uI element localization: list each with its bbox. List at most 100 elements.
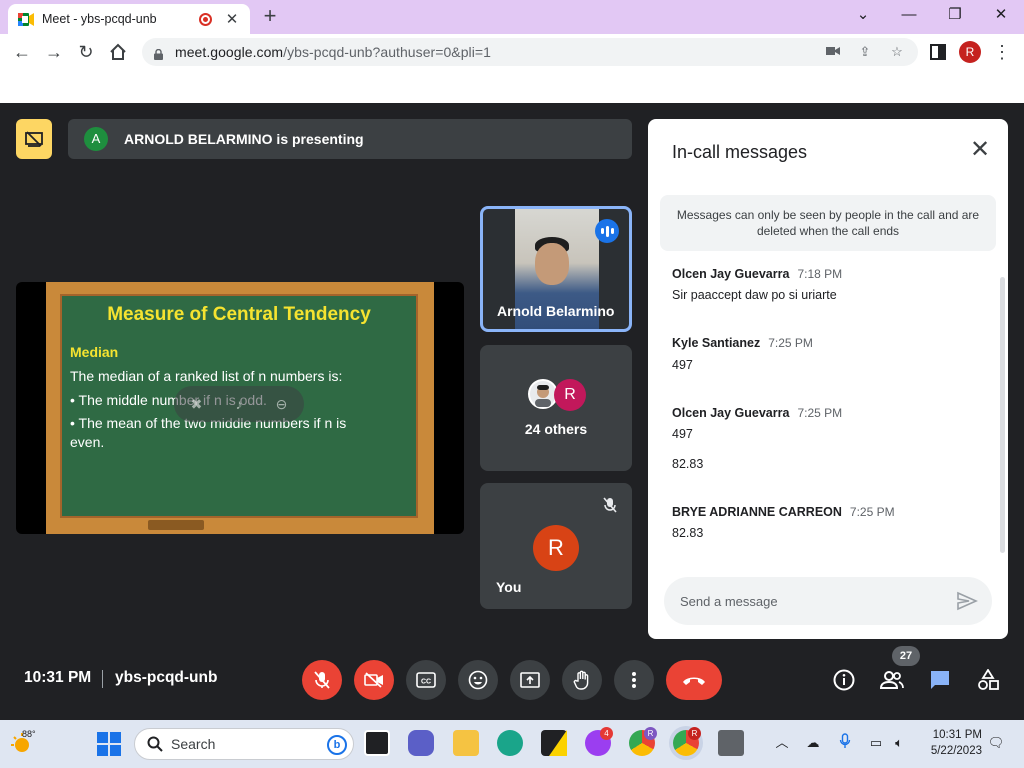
participant-avatar: R	[554, 379, 586, 411]
others-count-label: 24 others	[524, 421, 588, 437]
hang-up-icon	[683, 677, 705, 685]
emoji-icon	[468, 670, 488, 690]
leave-call-button[interactable]	[666, 660, 722, 700]
raise-hand-button[interactable]	[562, 660, 602, 700]
activities-button[interactable]	[973, 665, 1003, 695]
page-top-band	[0, 70, 1024, 103]
more-options-button[interactable]	[614, 660, 654, 700]
mic-off-icon	[314, 671, 330, 689]
network-icon[interactable]: ▭	[866, 733, 886, 753]
presenting-banner: A ARNOLD BELARMINO is presenting	[68, 119, 632, 159]
search-label: Search	[171, 736, 216, 752]
more-vert-icon	[632, 672, 636, 688]
camera-in-use-icon[interactable]	[824, 43, 842, 61]
chrome-profile-badge: R	[644, 727, 657, 740]
message-input[interactable]	[680, 591, 940, 611]
mic-off-button[interactable]	[302, 660, 342, 700]
svg-text:CC: CC	[421, 679, 431, 686]
face-shape	[535, 243, 569, 285]
mute-tile-icon[interactable]: ♪	[235, 396, 242, 412]
reactions-button[interactable]	[458, 660, 498, 700]
profile-avatar[interactable]: R	[959, 41, 981, 63]
teams-icon[interactable]	[408, 730, 434, 756]
captions-button[interactable]: CC	[406, 660, 446, 700]
side-panel-icon[interactable]	[926, 40, 950, 64]
tab-meet[interactable]: Meet - ybs-pcqd-unb ✕	[8, 4, 250, 34]
onedrive-icon[interactable]: ☁	[803, 733, 823, 753]
restore-button[interactable]: ❐	[940, 5, 970, 27]
taskbar-clock-date[interactable]: 5/22/2023	[922, 745, 982, 757]
presentation-tile[interactable]: Measure of Central Tendency Median The m…	[16, 282, 464, 534]
new-tab-button[interactable]: +	[258, 5, 282, 29]
slide-line: The median of a ranked list of n numbers…	[70, 368, 343, 384]
sticky-app-icon[interactable]	[541, 730, 567, 756]
message-text: 82.83	[672, 526, 704, 540]
meet-favicon-icon	[18, 12, 34, 26]
activities-icon	[978, 669, 999, 690]
message-time: 7:25 PM	[849, 505, 895, 519]
file-explorer-icon[interactable]	[453, 730, 479, 756]
show-hidden-icons-icon[interactable]: ︿	[772, 733, 792, 753]
meeting-clock: 10:31 PM	[24, 669, 92, 686]
message-text: Sir paaccept daw po si uriarte	[672, 288, 837, 302]
pin-icon[interactable]: ✖	[191, 396, 203, 413]
share-icon[interactable]: ⇪	[856, 43, 874, 61]
browser-menu-icon[interactable]: ⋮	[990, 40, 1014, 64]
tab-close-icon[interactable]: ✕	[224, 10, 240, 28]
reload-icon[interactable]: ↻	[74, 40, 98, 64]
message-time: 7:25 PM	[768, 336, 813, 350]
forward-icon[interactable]: →	[42, 40, 66, 64]
chat-scrollbar[interactable]	[1000, 277, 1005, 553]
chat-icon	[931, 671, 949, 689]
muted-mic-icon	[600, 497, 620, 517]
stop-presentation-icon[interactable]	[16, 119, 52, 159]
tab-strip: Meet - ybs-pcqd-unb ✕ + ⌄ — ❐ ✕	[0, 0, 1024, 34]
present-screen-icon	[520, 672, 540, 688]
slide-subtitle: Median	[70, 344, 119, 360]
close-icon[interactable]: ✕	[968, 138, 992, 163]
taskbar-search[interactable]: Search b	[134, 728, 354, 760]
bing-icon[interactable]: b	[327, 735, 347, 755]
chrome-active-badge: R	[688, 727, 701, 740]
message-text: 82.83	[672, 457, 704, 471]
present-now-button[interactable]	[510, 660, 550, 700]
minimize-button[interactable]: —	[894, 5, 924, 27]
bookmark-star-icon[interactable]: ☆	[888, 43, 906, 61]
home-icon[interactable]	[106, 40, 130, 64]
people-icon	[880, 671, 904, 689]
edge-icon[interactable]	[497, 730, 523, 756]
recording-indicator-icon	[199, 12, 212, 26]
tile-overlay-controls: ✖ ♪ ⊖	[174, 386, 304, 422]
send-icon[interactable]	[956, 590, 978, 612]
volume-icon[interactable]: 🔈︎	[889, 733, 909, 753]
address-bar[interactable]: meet.google.com/ybs-pcqd-unb?authuser=0&…	[142, 38, 918, 66]
taskbar-clock-time[interactable]: 10:31 PM	[924, 729, 982, 741]
message-sender: Olcen Jay Guevarra 7:18 PM	[672, 267, 843, 281]
remove-icon[interactable]: ⊖	[276, 396, 288, 413]
start-button[interactable]	[97, 732, 121, 756]
microphone-icon[interactable]	[835, 733, 855, 753]
calculator-icon[interactable]	[718, 730, 744, 756]
you-avatar: R	[533, 525, 579, 571]
meet-stage: A ARNOLD BELARMINO is presenting Measure…	[0, 103, 1024, 720]
others-tile[interactable]: R 24 others	[480, 345, 632, 471]
message-time: 7:18 PM	[797, 267, 843, 281]
back-icon[interactable]: ←	[10, 40, 34, 64]
camera-off-icon	[364, 672, 383, 688]
presenter-avatar: A	[84, 127, 108, 151]
close-window-button[interactable]: ✕	[986, 5, 1016, 27]
people-button[interactable]	[877, 665, 907, 695]
tab-search-icon[interactable]: ⌄	[848, 5, 878, 27]
camera-off-button[interactable]	[354, 660, 394, 700]
url-text: meet.google.com/ybs-pcqd-unb?authuser=0&…	[175, 44, 491, 60]
message-time: 7:25 PM	[797, 406, 843, 420]
notifications-icon[interactable]: 🗨︎	[986, 733, 1006, 753]
lock-icon	[154, 47, 163, 60]
task-view-icon[interactable]	[364, 730, 390, 756]
you-tile[interactable]: R You	[480, 483, 632, 609]
meeting-details-button[interactable]	[829, 665, 859, 695]
presenting-text: ARNOLD BELARMINO is presenting	[124, 131, 364, 147]
presenter-video-tile[interactable]: Arnold Belarmino	[480, 206, 632, 332]
chat-button[interactable]	[925, 665, 955, 695]
panel-title: In-call messages	[672, 142, 808, 162]
